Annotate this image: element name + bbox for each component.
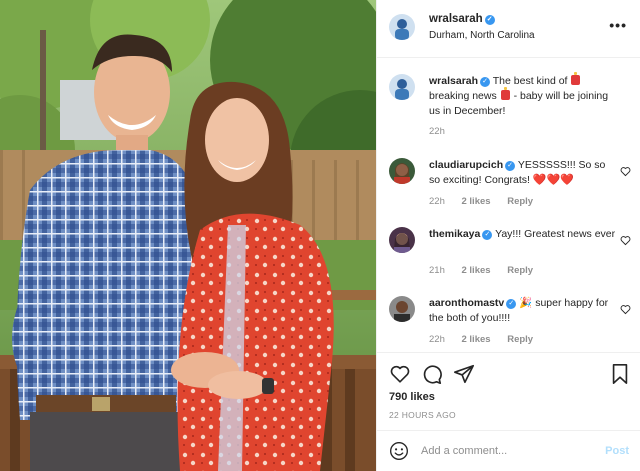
breaking-news-emoji-icon xyxy=(571,72,581,85)
caption-time[interactable]: 22h xyxy=(429,126,445,137)
commenter-username[interactable]: aaronthomastv xyxy=(429,297,504,309)
bookmark-icon[interactable] xyxy=(609,363,631,385)
verified-badge-icon: ✓ xyxy=(505,161,516,171)
post-side-panel: wralsarah ✓ Durham, North Carolina ••• wr… xyxy=(376,0,640,471)
comment-time[interactable]: 22h xyxy=(429,334,445,345)
heart-icon[interactable] xyxy=(389,363,411,385)
comment-likes[interactable]: 2 likes xyxy=(462,334,491,345)
reply-button[interactable]: Reply xyxy=(507,334,533,345)
commenter-username[interactable]: claudiarupcich xyxy=(429,159,503,171)
comment-like-heart-icon[interactable] xyxy=(620,235,631,246)
more-options-icon[interactable]: ••• xyxy=(609,17,627,33)
comment-meta: 22h 2 likes Reply xyxy=(429,196,547,207)
caption-avatar[interactable] xyxy=(389,74,415,100)
caption-meta: 22h xyxy=(429,126,459,137)
verified-badge-icon: ✓ xyxy=(506,299,517,309)
commenter-username[interactable]: themikaya xyxy=(429,228,480,240)
caption-username[interactable]: wralsarah xyxy=(429,75,478,87)
comment-like-heart-icon[interactable] xyxy=(620,166,631,177)
red-hearts-emoji-icon: ❤️❤️❤️ xyxy=(532,174,574,186)
add-comment-input[interactable] xyxy=(421,440,591,462)
verified-badge-icon: ✓ xyxy=(480,77,491,87)
smiley-icon[interactable] xyxy=(389,441,409,461)
post-timestamp[interactable]: 22 HOURS AGO xyxy=(389,410,456,420)
comment-text: Yay!!! Greatest news ever xyxy=(495,228,616,240)
breaking-news-emoji-icon xyxy=(500,87,510,100)
instagram-post: wralsarah ✓ Durham, North Carolina ••• wr… xyxy=(0,0,640,471)
commenter-avatar[interactable] xyxy=(389,296,415,322)
post-comment-button[interactable]: Post xyxy=(605,445,629,457)
reply-button[interactable]: Reply xyxy=(507,196,533,207)
likes-count[interactable]: 790 likes xyxy=(389,391,435,403)
share-icon[interactable] xyxy=(453,363,475,385)
caption-text: wralsarah ✓ The best kind of breaking new… xyxy=(429,72,609,117)
post-header: wralsarah ✓ Durham, North Carolina ••• xyxy=(377,0,640,58)
post-photo[interactable] xyxy=(0,0,376,471)
post-action-bar: 790 likes 22 HOURS AGO xyxy=(377,352,640,437)
comment-time[interactable]: 21h xyxy=(429,265,445,276)
comment-time[interactable]: 22h xyxy=(429,196,445,207)
comment-like-heart-icon[interactable] xyxy=(620,304,631,315)
add-comment-bar: Post xyxy=(377,430,640,471)
comment-likes[interactable]: 2 likes xyxy=(462,196,491,207)
commenter-avatar[interactable] xyxy=(389,227,415,253)
verified-badge-icon: ✓ xyxy=(484,15,495,25)
author-username[interactable]: wralsarah xyxy=(429,13,483,25)
verified-badge-icon: ✓ xyxy=(482,230,493,240)
comment-meta: 22h 2 likes Reply xyxy=(429,334,547,345)
comment-meta: 21h 2 likes Reply xyxy=(429,265,547,276)
post-location[interactable]: Durham, North Carolina xyxy=(429,30,535,41)
comment-icon[interactable] xyxy=(421,363,443,385)
comment-likes[interactable]: 2 likes xyxy=(462,265,491,276)
reply-button[interactable]: Reply xyxy=(507,265,533,276)
party-popper-emoji-icon: 🎉 xyxy=(519,297,533,309)
commenter-avatar[interactable] xyxy=(389,158,415,184)
author-avatar[interactable] xyxy=(389,14,415,40)
couple-photo-image xyxy=(0,0,376,471)
